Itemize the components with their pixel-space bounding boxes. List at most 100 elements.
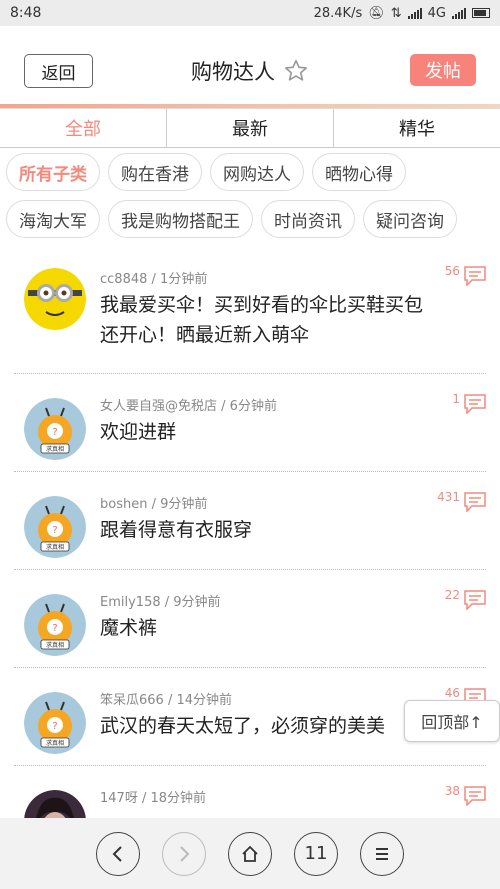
post-text-line: 欢迎进群 (100, 421, 177, 443)
signal-icon (407, 7, 422, 19)
post-item[interactable]: ? 求真相 Emily158 / 9分钟前 魔术裤 22 (14, 570, 486, 668)
post-author[interactable]: Emily158 (100, 595, 161, 610)
comment-number: 1 (452, 392, 460, 406)
post-meta: 女人要自强@免税店 / 6分钟前 (100, 399, 277, 414)
chip-showcase[interactable]: 晒物心得 (312, 153, 406, 191)
home-icon (242, 845, 258, 862)
post-text-line: 跟着得意有衣服穿 (100, 519, 253, 541)
comment-number: 22 (444, 588, 460, 602)
comment-count[interactable]: 1 (452, 392, 486, 414)
new-post-button[interactable]: 发帖 (410, 54, 476, 86)
tab-latest[interactable]: 最新 (167, 109, 334, 147)
comment-count[interactable]: 56 (444, 264, 486, 286)
post-time: 18分钟前 (150, 791, 207, 806)
comment-number: 431 (437, 490, 460, 504)
comment-icon (464, 492, 486, 512)
minion-avatar[interactable] (24, 268, 86, 330)
chip-fashion-news[interactable]: 时尚资讯 (261, 200, 355, 238)
chip-online-shopping[interactable]: 网购达人 (210, 153, 304, 191)
nav-home-button[interactable] (228, 831, 272, 876)
svg-text:?: ? (52, 623, 57, 634)
post-item[interactable]: cc8848 / 1分钟前 我最爱买伞！买到好看的伞比买鞋买包 还开心！晒最近新入… (14, 250, 486, 374)
chip-styling[interactable]: 我是购物搭配王 (108, 200, 253, 238)
comment-icon (464, 266, 486, 286)
svg-text:?: ? (52, 427, 57, 438)
post-meta: 笨呆瓜666 / 14分钟前 (100, 693, 233, 708)
back-button[interactable]: 返回 (24, 54, 93, 88)
comment-count[interactable]: 431 (437, 490, 486, 512)
default-avatar[interactable]: ? 求真相 (24, 594, 86, 656)
post-text-line: 我最爱买伞！买到好看的伞比买鞋买包 (100, 294, 424, 316)
chip-all-categories[interactable]: 所有子类 (6, 153, 100, 191)
post-author[interactable]: boshen (100, 497, 147, 512)
avatar-caption: 求真相 (46, 739, 64, 747)
avatar-caption: 求真相 (46, 641, 64, 649)
post-time: 1分钟前 (160, 272, 208, 287)
network-type: 4G (427, 5, 446, 21)
chip-row-1: 所有子类 购在香港 网购达人 晒物心得 (6, 152, 494, 192)
post-author[interactable]: 147呀 (100, 791, 138, 806)
nav-menu-button[interactable] (360, 831, 404, 876)
post-meta: cc8848 / 1分钟前 (100, 272, 208, 287)
comment-icon (464, 590, 486, 610)
star-icon[interactable] (283, 58, 309, 84)
back-to-top-button[interactable]: 回顶部↑ (404, 700, 500, 742)
post-item[interactable]: ? 求真相 女人要自强@免税店 / 6分钟前 欢迎进群 1 (14, 374, 486, 472)
battery-icon (472, 8, 490, 18)
avatar-caption: 求真相 (46, 543, 64, 551)
default-avatar[interactable]: ? 求真相 (24, 692, 86, 754)
post-feed: cc8848 / 1分钟前 我最爱买伞！买到好看的伞比买鞋买包 还开心！晒最近新入… (0, 250, 500, 852)
comment-number: 56 (444, 264, 460, 278)
default-avatar[interactable]: ? 求真相 (24, 496, 86, 558)
status-indicators: 28.4K/s 🔕︎ ⇅ 4G (314, 6, 490, 21)
svg-text:?: ? (52, 721, 57, 732)
page-header: 返回 购物达人 发帖 (0, 40, 500, 102)
category-chips: 所有子类 购在香港 网购达人 晒物心得 海淘大军 我是购物搭配王 时尚资讯 疑问… (0, 150, 500, 246)
nav-back-button[interactable] (96, 831, 140, 876)
avatar-caption: 求真相 (46, 445, 64, 453)
svg-text:?: ? (52, 525, 57, 536)
post-author[interactable]: cc8848 (100, 272, 147, 287)
post-time: 9分钟前 (173, 595, 221, 610)
chip-overseas[interactable]: 海淘大军 (6, 200, 100, 238)
post-text[interactable]: 欢迎进群 (100, 417, 470, 447)
comment-number: 46 (444, 686, 460, 700)
post-author[interactable]: 笨呆瓜666 (100, 693, 164, 708)
tab-all[interactable]: 全部 (0, 109, 167, 147)
comment-number: 38 (444, 784, 460, 798)
title-group: 购物达人 (191, 56, 309, 86)
comment-icon (464, 786, 486, 806)
chevron-right-icon (180, 845, 190, 862)
chevron-left-icon (112, 845, 122, 862)
signal-icon-2 (452, 7, 466, 19)
post-text[interactable]: 我最爱买伞！买到好看的伞比买鞋买包 还开心！晒最近新入萌伞 (100, 290, 470, 350)
post-text[interactable]: 跟着得意有衣服穿 (100, 515, 470, 545)
page-title: 购物达人 (191, 60, 275, 84)
comment-count[interactable]: 38 (444, 784, 486, 806)
chip-row-2: 海淘大军 我是购物搭配王 时尚资讯 疑问咨询 (6, 199, 494, 239)
post-time: 9分钟前 (160, 497, 208, 512)
menu-icon (376, 847, 388, 860)
post-time: 6分钟前 (229, 399, 277, 414)
post-meta: 147呀 / 18分钟前 (100, 791, 207, 806)
comment-icon (464, 394, 486, 414)
chip-hongkong[interactable]: 购在香港 (108, 153, 202, 191)
post-text[interactable]: 魔术裤 (100, 613, 470, 643)
default-avatar[interactable]: ? 求真相 (24, 398, 86, 460)
nav-tabs-button[interactable]: 11 (294, 831, 338, 876)
post-meta: boshen / 9分钟前 (100, 497, 208, 512)
post-meta: Emily158 / 9分钟前 (100, 595, 221, 610)
browser-nav-bar: 11 (0, 818, 500, 889)
mute-icon: 🔕︎ (368, 5, 385, 21)
chip-questions[interactable]: 疑问咨询 (363, 200, 457, 238)
status-bar: 8:48 28.4K/s 🔕︎ ⇅ 4G (0, 0, 500, 26)
nav-forward-button[interactable] (162, 831, 206, 876)
post-author[interactable]: 女人要自强@免税店 (100, 399, 217, 414)
data-transfer-icon: ⇅ (390, 5, 402, 21)
status-time: 8:48 (10, 5, 42, 21)
tab-featured[interactable]: 精华 (334, 109, 500, 147)
comment-count[interactable]: 22 (444, 588, 486, 610)
tab-bar: 全部 最新 精华 (0, 108, 500, 148)
post-text-line: 还开心！晒最近新入萌伞 (100, 324, 310, 346)
post-item[interactable]: ? 求真相 boshen / 9分钟前 跟着得意有衣服穿 431 (14, 472, 486, 570)
